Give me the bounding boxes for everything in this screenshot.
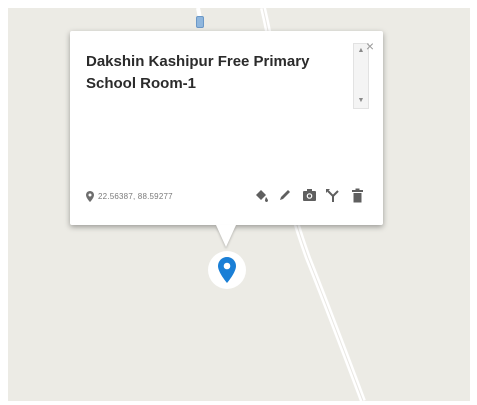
delete-button[interactable] <box>349 186 365 204</box>
add-photo-button[interactable] <box>301 186 317 204</box>
paint-bucket-icon <box>255 189 268 202</box>
map-pin-icon <box>218 257 236 283</box>
place-title: Dakshin Kashipur Free Primary School Roo… <box>86 53 310 92</box>
location-pin-icon <box>86 190 94 202</box>
map-canvas[interactable]: Dakshin Kashipur Free Primary School Roo… <box>8 8 470 401</box>
info-window-toolbar <box>253 185 365 205</box>
pencil-icon <box>280 190 290 200</box>
close-button[interactable]: × <box>363 39 377 53</box>
road-shield-icon <box>196 16 204 28</box>
map-marker[interactable] <box>208 251 246 289</box>
close-icon: × <box>365 38 375 54</box>
coordinates-text: 22.56387, 88.59277 <box>98 191 173 201</box>
camera-icon <box>302 189 316 201</box>
info-window-pointer <box>216 225 236 247</box>
trash-icon <box>351 188 363 202</box>
scroll-down-icon[interactable]: ▼ <box>354 96 368 106</box>
directions-button[interactable] <box>325 186 341 204</box>
edit-button[interactable] <box>277 186 293 204</box>
coordinates-row: 22.56387, 88.59277 <box>86 189 173 203</box>
style-button[interactable] <box>253 186 269 204</box>
info-window: Dakshin Kashipur Free Primary School Roo… <box>70 31 383 247</box>
directions-icon <box>326 188 339 202</box>
